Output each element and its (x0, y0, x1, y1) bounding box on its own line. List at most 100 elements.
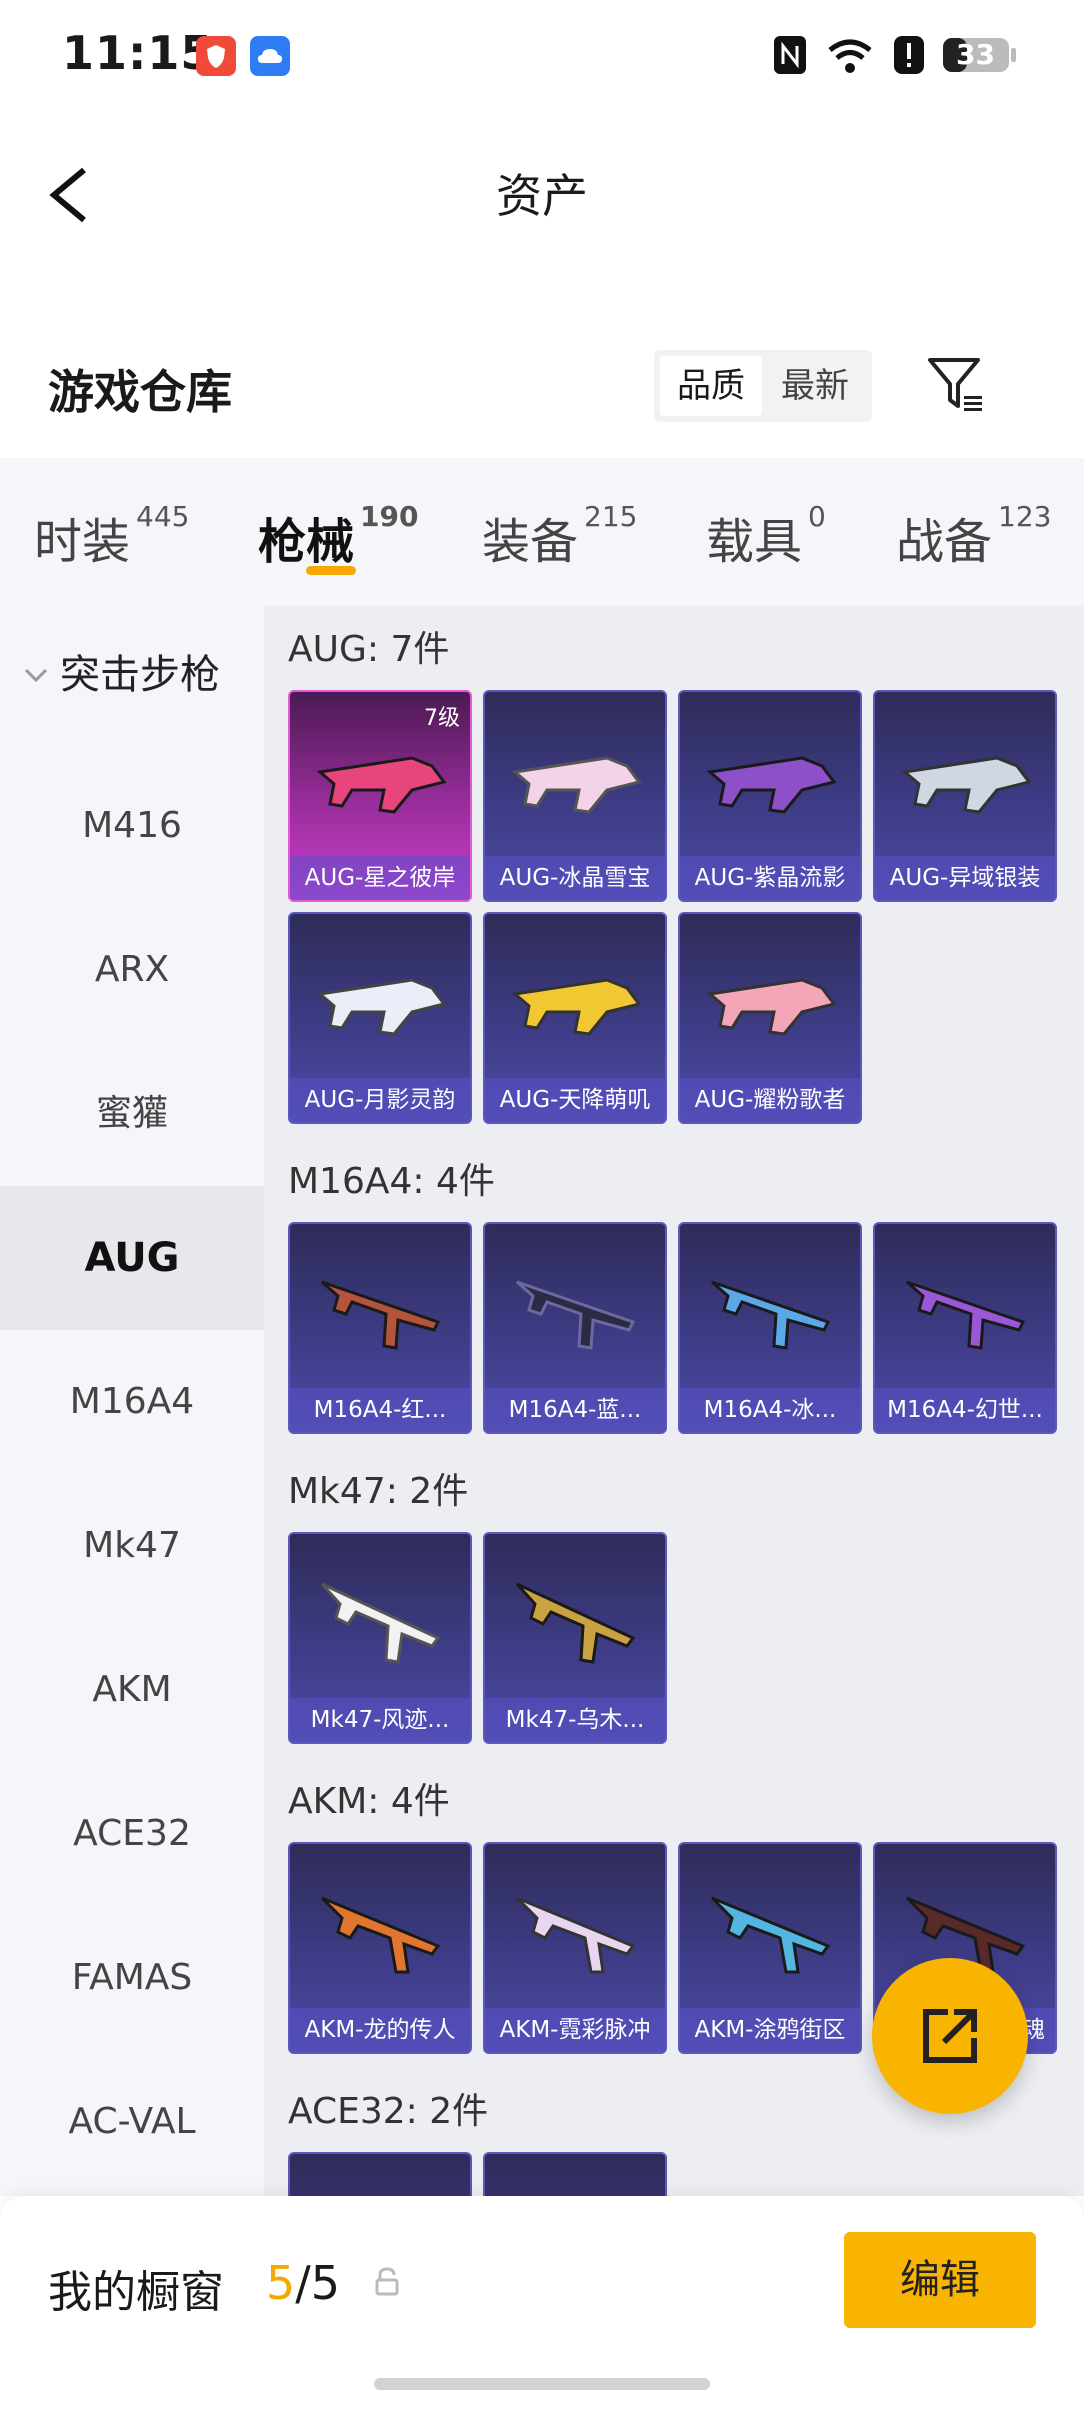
tab-count: 215 (584, 500, 638, 533)
rifle-icon (511, 978, 642, 1036)
status-time: 11:15 (62, 26, 214, 80)
rifle-icon (316, 978, 447, 1036)
weapon-card[interactable]: 7级 AUG-星之彼岸 (288, 690, 472, 902)
group-title-akm: AKM: 4件 (288, 1781, 450, 1822)
filter-icon (928, 358, 982, 411)
tab-count: 445 (136, 500, 190, 533)
weapon-card[interactable]: AKM-涂鸦街区 (678, 1842, 862, 2054)
tab-count: 0 (808, 500, 826, 533)
battery-icon: 33 (942, 36, 1018, 74)
weapon-card[interactable]: M16A4-蓝... (483, 1222, 667, 1434)
sidebar-item-m16a4[interactable]: M16A4 (0, 1330, 264, 1474)
tab-label: 载具 (706, 514, 803, 570)
weapon-card[interactable]: Mk47-风迹... (288, 1532, 472, 1744)
rifle-icon (711, 1280, 831, 1350)
share-fab[interactable] (872, 1958, 1028, 2114)
weapon-name: M16A4-蓝... (485, 1388, 665, 1432)
rifle-icon (515, 1582, 636, 1664)
sidebar-item-m416[interactable]: M416 (0, 754, 264, 898)
shield-app-icon (196, 36, 236, 76)
rifle-icon (906, 1280, 1026, 1350)
tab-vehicles[interactable]: 载具 0 (706, 500, 826, 572)
sort-toggle: 品质 最新 (654, 350, 872, 422)
weapon-name: M16A4-红... (290, 1388, 470, 1432)
edit-button[interactable]: 编辑 (844, 2232, 1036, 2328)
weapon-card[interactable]: AUG-耀粉歌者 (678, 912, 862, 1124)
weapon-name: AKM-涂鸦街区 (680, 2008, 860, 2052)
weapon-card[interactable]: Mk47-乌木... (483, 1532, 667, 1744)
rifle-icon (901, 756, 1032, 814)
weapon-name: M16A4-冰... (680, 1388, 860, 1432)
rifle-icon (706, 756, 837, 814)
group-title-m16a4: M16A4: 4件 (288, 1161, 495, 1202)
cloud-app-icon (250, 36, 290, 76)
sidebar-item-famas[interactable]: FAMAS (0, 1906, 264, 2050)
weapon-name: AKM-龙的传人 (290, 2008, 470, 2052)
page-title: 资产 (496, 169, 588, 223)
sidebar-item-mk47[interactable]: Mk47 (0, 1474, 264, 1618)
sidebar-item-akm[interactable]: AKM (0, 1618, 264, 1762)
rifle-icon (511, 756, 642, 814)
sidebar-category-label: 突击步枪 (60, 652, 220, 698)
weapon-sidebar: 突击步枪 M416 ARX 蜜獾 AUG M16A4 Mk47 AKM ACE3… (0, 606, 264, 2196)
nfc-icon (772, 34, 808, 76)
weapon-name: Mk47-乌木... (485, 1698, 665, 1742)
sidebar-item-arx[interactable]: ARX (0, 898, 264, 1042)
rifle-icon (515, 1896, 636, 1974)
weapon-card[interactable]: M16A4-冰... (678, 1222, 862, 1434)
weapon-name: AUG-天降萌叽 (485, 1078, 665, 1122)
weapon-card[interactable]: AUG-月影灵韵 (288, 912, 472, 1124)
sidebar-item-ac-val[interactable]: AC-VAL (0, 2050, 264, 2194)
tab-label: 装备 (482, 514, 579, 570)
alert-icon (892, 34, 926, 76)
rifle-icon (321, 1280, 441, 1350)
tab-underline (306, 566, 356, 575)
weapon-card[interactable] (483, 2152, 667, 2196)
weapon-name: AUG-星之彼岸 (290, 856, 470, 900)
weapon-card[interactable]: AUG-冰晶雪宝 (483, 690, 667, 902)
sort-quality-button[interactable]: 品质 (660, 356, 762, 416)
tab-equipment[interactable]: 装备 215 (482, 500, 638, 572)
showcase-count: 5/5 (266, 2256, 340, 2310)
bottom-bar: 我的橱窗 5/5 编辑 (0, 2196, 1084, 2412)
weapon-name: AUG-异域银装 (875, 856, 1055, 900)
weapon-name: AUG-紫晶流影 (680, 856, 860, 900)
rifle-icon (710, 1896, 831, 1974)
weapon-card[interactable]: AUG-天降萌叽 (483, 912, 667, 1124)
rifle-icon (316, 756, 447, 814)
showcase-label: 我的橱窗 (48, 2267, 224, 2318)
weapon-list: AUG: 7件 7级 AUG-星之彼岸 AUG-冰晶雪宝 AUG-紫晶流影 AU… (264, 606, 1084, 2196)
section-title: 游戏仓库 (48, 365, 232, 419)
battery-level: 33 (956, 38, 995, 71)
weapon-name: AUG-耀粉歌者 (680, 1078, 860, 1122)
tab-fashion[interactable]: 时装 445 (34, 500, 190, 572)
weapon-name: Mk47-风迹... (290, 1698, 470, 1742)
filter-button[interactable] (924, 352, 988, 416)
weapon-card[interactable]: M16A4-红... (288, 1222, 472, 1434)
sort-latest-button[interactable]: 最新 (764, 356, 866, 416)
showcase-count-current: 5 (266, 2256, 296, 2310)
status-bar: 11:15 33 (0, 0, 1084, 110)
sidebar-item-honey-badger[interactable]: 蜜獾 (0, 1042, 264, 1186)
rifle-icon (706, 978, 837, 1036)
weapon-card[interactable]: AKM-龙的传人 (288, 1842, 472, 2054)
rifle-icon (516, 1280, 636, 1350)
category-tabs: 时装 445 枪械 190 装备 215 载具 0 战备 123 (0, 458, 1084, 606)
sidebar-item-aug[interactable]: AUG (0, 1186, 264, 1330)
weapon-card[interactable]: AUG-异域银装 (873, 690, 1057, 902)
group-title-aug: AUG: 7件 (288, 629, 450, 670)
chevron-down-icon (24, 668, 48, 683)
tab-supplies[interactable]: 战备 123 (896, 500, 1051, 572)
sidebar-item-ace32[interactable]: ACE32 (0, 1762, 264, 1906)
group-title-mk47: Mk47: 2件 (288, 1471, 469, 1512)
weapon-card[interactable] (288, 2152, 472, 2196)
tab-count: 190 (360, 500, 419, 533)
wifi-icon (822, 32, 878, 76)
home-indicator[interactable] (374, 2378, 710, 2390)
tab-guns[interactable]: 枪械 190 (258, 500, 419, 572)
sidebar-category-assault-rifles[interactable]: 突击步枪 (0, 630, 264, 720)
weapon-card[interactable]: M16A4-幻世... (873, 1222, 1057, 1434)
weapon-card[interactable]: AUG-紫晶流影 (678, 690, 862, 902)
weapon-card[interactable]: AKM-霓彩脉冲 (483, 1842, 667, 2054)
weapon-name: AUG-月影灵韵 (290, 1078, 470, 1122)
